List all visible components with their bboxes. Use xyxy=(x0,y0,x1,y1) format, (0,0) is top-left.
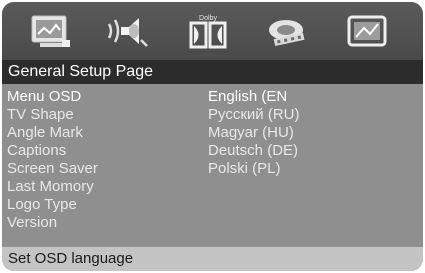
page-title: General Setup Page xyxy=(8,63,153,80)
menu-item-captions[interactable]: Captions xyxy=(7,142,66,160)
option-hungarian[interactable]: Magyar (HU) xyxy=(208,124,294,142)
menu-item-angle-mark[interactable]: Angle Mark xyxy=(7,124,83,142)
audio-setup-icon[interactable] xyxy=(105,10,151,52)
general-setup-icon[interactable] xyxy=(28,10,74,52)
svg-text:Dolby: Dolby xyxy=(199,15,217,22)
option-polish[interactable]: Polski (PL) xyxy=(208,160,281,178)
menu-item-last-memory[interactable]: Last Momory xyxy=(7,178,94,196)
menu-item-tv-shape[interactable]: TV Shape xyxy=(7,106,74,124)
menu-item-version[interactable]: Version xyxy=(7,214,57,232)
menu-item-logo-type[interactable]: Logo Type xyxy=(7,196,77,214)
status-text: Set OSD language xyxy=(8,250,134,267)
setup-menu-window: Dolby General Setup Page Menu OSD TV Sha… xyxy=(2,2,423,271)
preference-setup-icon[interactable] xyxy=(344,10,390,52)
menu-item-menu-osd[interactable]: Menu OSD xyxy=(7,88,81,106)
status-bar: Set OSD language xyxy=(2,247,423,271)
setup-options-panel: Menu OSD TV Shape Angle Mark Captions Sc… xyxy=(2,84,423,247)
option-english[interactable]: English (EN xyxy=(208,88,287,106)
option-german[interactable]: Deutsch (DE) xyxy=(208,142,298,160)
video-setup-icon[interactable] xyxy=(264,10,310,52)
option-russian[interactable]: Русский (RU) xyxy=(208,106,299,124)
dolby-setup-icon[interactable]: Dolby xyxy=(185,10,231,52)
menu-item-screen-saver[interactable]: Screen Saver xyxy=(7,160,98,178)
setup-icon-bar: Dolby xyxy=(2,2,423,60)
page-title-bar: General Setup Page xyxy=(2,60,423,84)
